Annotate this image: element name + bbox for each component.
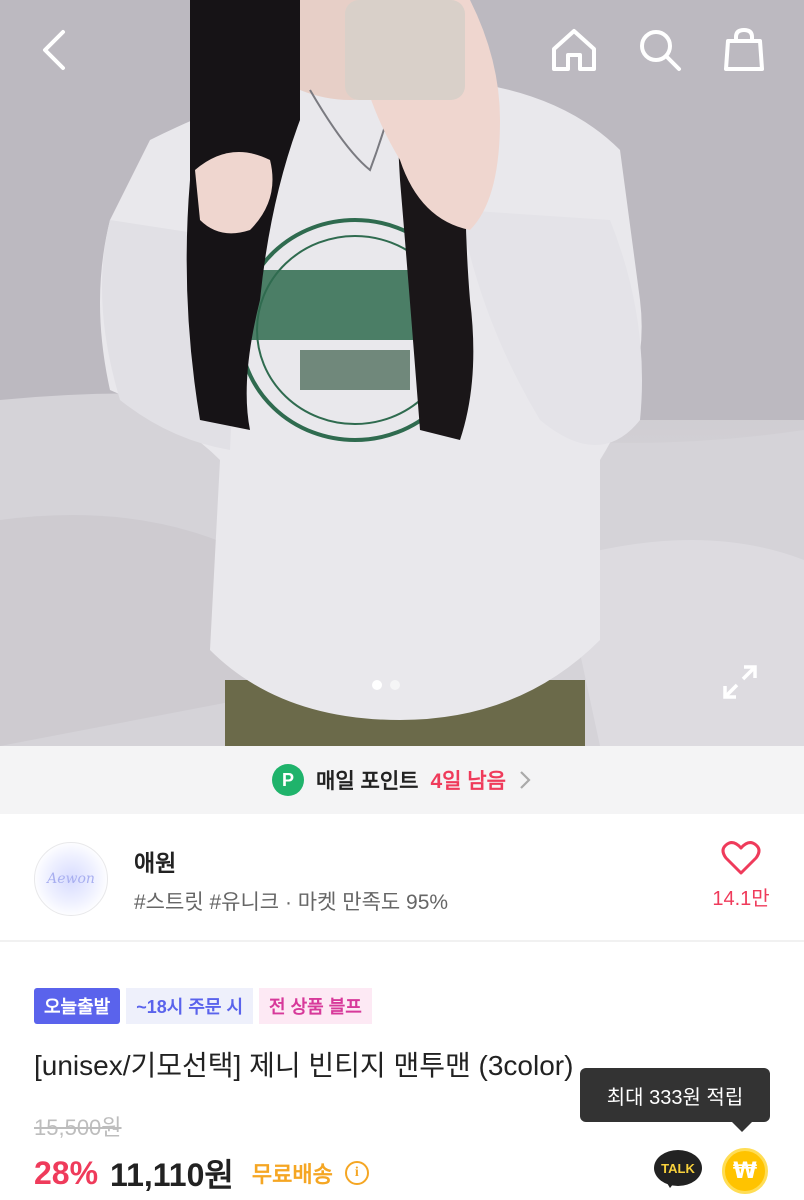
shop-logo[interactable]: Aewon	[34, 842, 108, 916]
badge-black-friday: 전 상품 블프	[259, 988, 372, 1024]
like-count: 14.1만	[712, 888, 770, 910]
talk-label: TALK	[661, 1160, 695, 1176]
heart-icon	[721, 841, 761, 875]
carousel-dot	[390, 680, 400, 690]
expand-icon	[723, 665, 757, 699]
shop-logo-text: Aewon	[47, 871, 95, 887]
sale-price: 11,110원	[110, 1157, 234, 1193]
chevron-left-icon	[43, 30, 65, 70]
product-badges: 오늘출발 ~18시 주문 시 전 상품 블프	[34, 988, 372, 1024]
reward-coin-button[interactable]: ₩	[722, 1148, 768, 1194]
search-icon	[640, 30, 681, 71]
daily-point-banner[interactable]: P 매일 포인트 4일 남음	[0, 746, 804, 814]
reward-tooltip: 최대 333원 적립	[580, 1068, 770, 1132]
talk-bubble-icon: TALK	[654, 1150, 702, 1186]
product-image-carousel[interactable]	[0, 0, 804, 746]
talk-bubble-tail	[664, 1178, 678, 1188]
cart-button[interactable]	[716, 22, 772, 78]
shop-tags: #스트릿 #유니크 · 마켓 만족도 95%	[134, 891, 449, 914]
product-photo	[0, 0, 804, 746]
shop-info: Aewon 애원 #스트릿 #유니크 · 마켓 만족도 95% 14.1만	[0, 814, 804, 942]
original-price: 15,500원	[34, 1115, 122, 1140]
badge-today-ship: 오늘출발	[34, 988, 121, 1024]
product-title: [unisex/기모선택] 제니 빈티지 맨투맨 (3color)	[34, 1050, 574, 1081]
back-button[interactable]	[26, 22, 82, 78]
expand-button[interactable]	[716, 658, 764, 706]
shop-like-button[interactable]: 14.1만	[706, 840, 776, 911]
chevron-right-icon	[520, 771, 531, 789]
daily-point-label: 매일 포인트	[316, 770, 419, 793]
shop-name[interactable]: 애원	[134, 844, 176, 878]
search-button[interactable]	[632, 22, 688, 78]
info-icon[interactable]: i	[344, 1161, 369, 1185]
daily-point-remaining: 4일 남음	[430, 770, 506, 793]
free-shipping-label: 무료배송	[251, 1162, 333, 1187]
home-button[interactable]	[546, 22, 602, 78]
home-icon	[552, 29, 596, 71]
point-badge-icon: P	[272, 764, 305, 796]
carousel-dot	[372, 680, 382, 690]
discount-rate: 28%	[34, 1154, 99, 1191]
price-row: 28% 11,110원 무료배송 i	[34, 1150, 369, 1196]
kakao-talk-button[interactable]: TALK	[654, 1150, 702, 1190]
carousel-indicator	[372, 680, 400, 690]
shopping-bag-icon	[724, 27, 764, 71]
badge-order-deadline: ~18시 주문 시	[126, 988, 254, 1024]
